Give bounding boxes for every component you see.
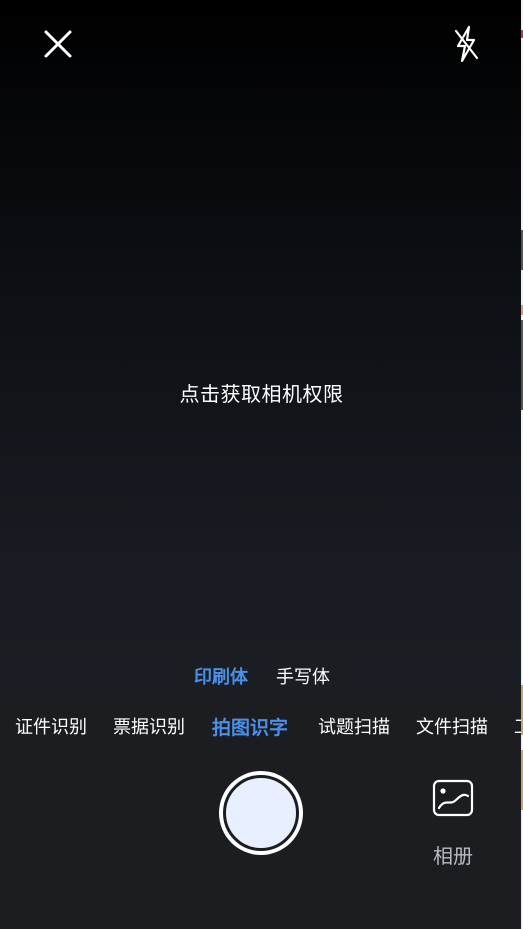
flash-toggle-button[interactable] [452,25,480,63]
tab-partial-next[interactable]: 工 [514,713,521,739]
gallery-icon [432,779,474,817]
album-label: 相册 [433,844,473,868]
text-type-toggle: 印刷体 手写体 [178,655,346,697]
submode-handwritten[interactable]: 手写体 [262,663,344,689]
tab-id-recognition[interactable]: 证件识别 [15,713,87,739]
tab-photo-text-recognition[interactable]: 拍图识字 [212,713,288,740]
shutter-inner-circle [223,775,299,851]
close-button[interactable] [40,26,76,62]
mode-tab-bar: 证件识别 票据识别 拍图识字 试题扫描 文件扫描 工 [0,713,521,741]
camera-permission-prompt[interactable]: 点击获取相机权限 [0,378,523,407]
tab-receipt-recognition[interactable]: 票据识别 [113,713,185,739]
tab-question-scan[interactable]: 试题扫描 [318,713,390,739]
shutter-button[interactable] [219,771,303,855]
album-button[interactable]: 相册 [428,778,478,868]
submode-printed[interactable]: 印刷体 [180,663,262,689]
close-icon [44,30,72,58]
flash-off-icon [454,25,479,63]
tab-document-scan[interactable]: 文件扫描 [416,713,488,739]
